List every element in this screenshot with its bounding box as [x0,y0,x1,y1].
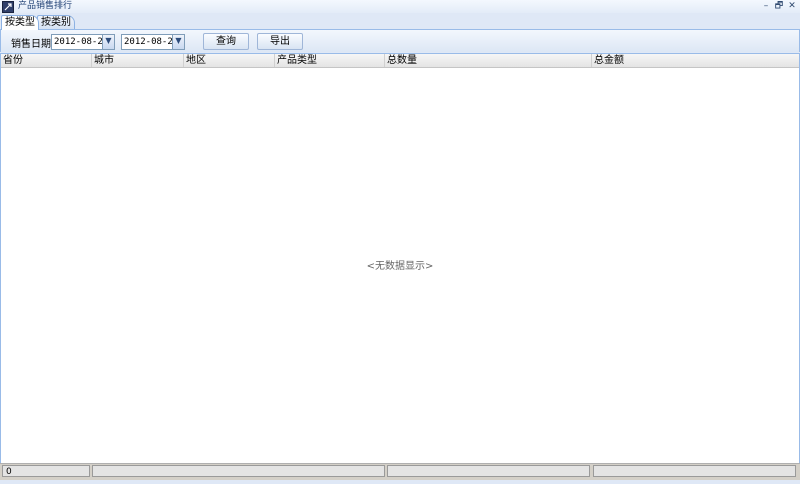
tab-by-category[interactable]: 按类别 [37,15,75,29]
data-grid[interactable]: 省份 城市 地区 产品类型 总数量 总金额 <无数据显示> [0,53,800,464]
start-date-dropdown-icon[interactable]: ▼ [102,34,115,50]
empty-grid-message: <无数据显示> [366,261,434,272]
close-icon[interactable]: ✕ [786,0,798,13]
minimize-icon[interactable]: – [760,0,772,13]
status-bar: 0 [0,463,800,480]
tab-strip: 按类型 按类别 [0,13,800,30]
tab-by-type[interactable]: 按类型 [1,15,39,30]
column-header-province[interactable]: 省份 [1,54,92,67]
status-cell-3 [387,465,590,477]
column-header-total-quantity[interactable]: 总数量 [385,54,592,67]
column-header-product-type[interactable]: 产品类型 [275,54,385,67]
title-bar: 产品销售排行 – 🗗 ✕ [0,0,800,13]
status-cell-4 [593,465,796,477]
column-header-total-amount[interactable]: 总金额 [592,54,799,67]
window-title: 产品销售排行 [18,1,73,11]
end-date-dropdown-icon[interactable]: ▼ [172,34,185,50]
sales-date-label: 销售日期: [11,39,55,50]
column-header-city[interactable]: 城市 [92,54,184,67]
start-date-value: 2012-08-27 [54,37,109,47]
app-icon [2,1,14,13]
end-date-value: 2012-08-27 [124,37,179,47]
record-count: 0 [2,465,90,477]
export-button[interactable]: 导出 [257,33,303,50]
query-toolbar: 销售日期: 2012-08-27 ▼ 2012-08-27 ▼ 查询 导出 [0,30,800,52]
query-button[interactable]: 查询 [203,33,249,50]
grid-header: 省份 城市 地区 产品类型 总数量 总金额 [1,54,799,68]
restore-icon[interactable]: 🗗 [773,0,785,13]
column-header-region[interactable]: 地区 [184,54,275,67]
status-cell-2 [92,465,385,477]
